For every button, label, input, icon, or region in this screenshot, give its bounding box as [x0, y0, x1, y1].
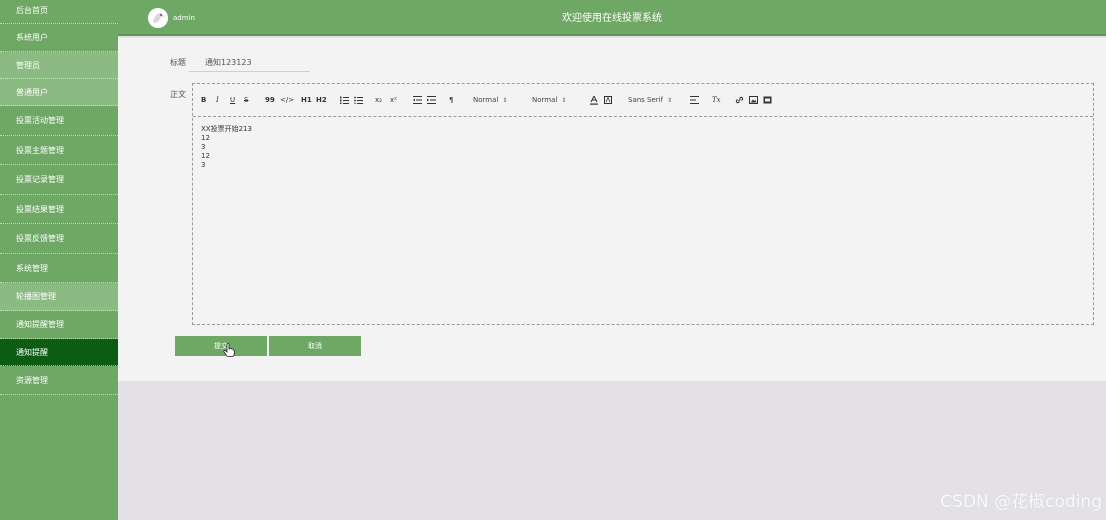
sidebar-item-resources[interactable]: 资源管理 — [0, 366, 118, 395]
background-color-icon[interactable] — [604, 94, 612, 106]
main-panel: 标题 正文 B I U S 99 </> H1 H2 x₂ x² — [118, 38, 1106, 381]
content-line: 3 — [201, 161, 206, 169]
strike-button[interactable]: S — [244, 94, 248, 106]
image-icon[interactable] — [749, 94, 758, 106]
header-select[interactable]: Normal ⇕ — [532, 94, 566, 106]
watermark: CSDN @花椒coding — [940, 492, 1102, 512]
hand-cursor-icon — [223, 343, 235, 357]
bullet-list-icon[interactable] — [354, 94, 363, 106]
italic-button[interactable]: I — [216, 94, 219, 106]
content-line: 12 — [201, 134, 210, 142]
sidebar-item-regular-users[interactable]: 普通用户 — [0, 79, 118, 106]
blockquote-button[interactable]: 99 — [265, 94, 275, 106]
sidebar-item-system-management[interactable]: 系统管理 — [0, 254, 118, 283]
submit-button[interactable]: 提交 — [175, 336, 267, 356]
link-icon[interactable] — [735, 94, 744, 106]
size-select[interactable]: Normal ⇕ — [473, 94, 507, 106]
content-line: XX投票开始213 — [201, 125, 252, 133]
underline-button[interactable]: U — [230, 94, 235, 106]
rich-text-editor: B I U S 99 </> H1 H2 x₂ x² ¶ Normal ⇕ No… — [192, 83, 1094, 325]
sidebar-item-notice-management[interactable]: 通知提醒管理 — [0, 311, 118, 339]
size-select-arrow-icon: ⇕ — [502, 96, 508, 104]
editor-toolbar: B I U S 99 </> H1 H2 x₂ x² ¶ Normal ⇕ No… — [193, 84, 1093, 117]
header1-button[interactable]: H1 — [301, 94, 312, 106]
indent-icon[interactable] — [427, 94, 436, 106]
cancel-button[interactable]: 取消 — [269, 336, 361, 356]
sidebar-item-vote-feedback[interactable]: 投票反馈管理 — [0, 224, 118, 254]
sidebar-item-admin[interactable]: 管理员 — [0, 52, 118, 79]
sidebar-item-notice[interactable]: 通知提醒 — [0, 339, 118, 366]
align-icon[interactable] — [690, 94, 699, 106]
font-select-value: Sans Serif — [628, 96, 664, 104]
superscript-button[interactable]: x² — [390, 94, 397, 106]
sidebar-item-vote-result[interactable]: 投票结果管理 — [0, 195, 118, 224]
font-color-icon[interactable] — [590, 94, 598, 106]
header-select-arrow-icon: ⇕ — [561, 96, 567, 104]
code-block-button[interactable]: </> — [280, 94, 294, 106]
sidebar-item-carousel[interactable]: 轮播图管理 — [0, 283, 118, 311]
size-select-value: Normal — [473, 96, 499, 104]
bold-button[interactable]: B — [201, 94, 206, 106]
sidebar-item-vote-activity[interactable]: 投票活动管理 — [0, 106, 118, 136]
sidebar-item-vote-topic[interactable]: 投票主题管理 — [0, 136, 118, 165]
sidebar: 后台首页 系统用户 管理员 普通用户 投票活动管理 投票主题管理 投票记录管理 … — [0, 0, 118, 520]
body-label: 正文 — [170, 90, 186, 99]
title-label: 标题 — [170, 58, 186, 67]
sidebar-item-system-users[interactable]: 系统用户 — [0, 24, 118, 52]
outdent-icon[interactable] — [413, 94, 422, 106]
ordered-list-icon[interactable] — [340, 94, 349, 106]
clean-format-button[interactable]: Tx — [712, 94, 721, 106]
subscript-button[interactable]: x₂ — [375, 94, 382, 106]
top-bar: admin 欢迎使用在线投票系统 — [118, 0, 1106, 36]
font-select[interactable]: Sans Serif ⇕ — [628, 94, 672, 106]
text-direction-button[interactable]: ¶ — [449, 94, 453, 106]
header2-button[interactable]: H2 — [316, 94, 327, 106]
site-title: 欢迎使用在线投票系统 — [562, 13, 662, 24]
sidebar-item-home[interactable]: 后台首页 — [0, 0, 118, 24]
video-icon[interactable] — [763, 94, 772, 106]
sidebar-item-vote-record[interactable]: 投票记录管理 — [0, 165, 118, 195]
title-input[interactable] — [189, 54, 310, 72]
content-line: 3 — [201, 143, 206, 151]
header-select-value: Normal — [532, 96, 558, 104]
content-line: 12 — [201, 152, 210, 160]
font-select-arrow-icon: ⇕ — [667, 96, 673, 104]
editor-content[interactable]: XX投票开始213 12 3 12 3 — [201, 125, 252, 170]
